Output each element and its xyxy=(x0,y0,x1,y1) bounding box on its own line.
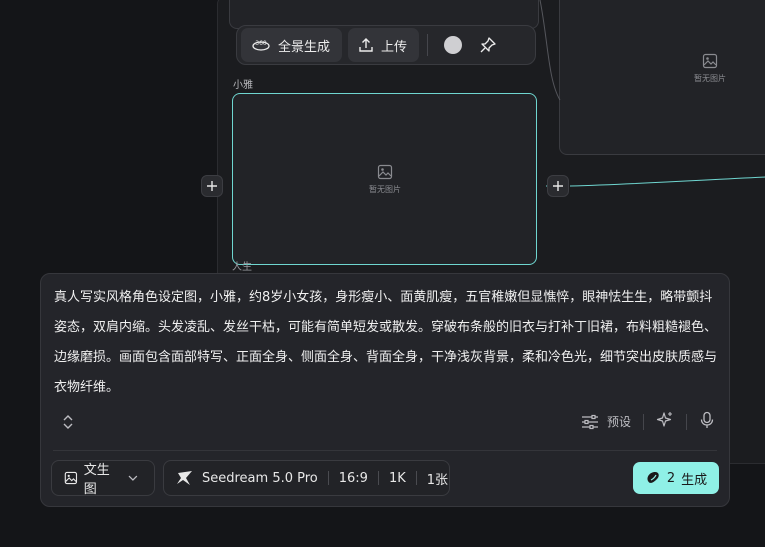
expand-toggle[interactable] xyxy=(61,413,75,435)
generate-label: 生成 xyxy=(681,472,708,488)
mode-label: 文生图 xyxy=(83,463,110,497)
sliders-icon xyxy=(581,414,598,429)
prompt-divider xyxy=(53,450,717,451)
panorama-label: 全景生成 xyxy=(278,39,331,55)
aspect-ratio: 16:9 xyxy=(338,470,368,486)
model-divider xyxy=(377,471,379,485)
toolbar-divider xyxy=(427,34,429,56)
sparkle-icon xyxy=(656,412,672,427)
placeholder-text: 暂无图片 xyxy=(369,185,401,194)
generate-cost: 2 xyxy=(666,470,676,486)
tools-divider xyxy=(643,413,644,430)
ai-enhance-button[interactable] xyxy=(656,411,674,432)
image-placeholder: 暂无图片 xyxy=(369,164,401,195)
model-name: Seedream 5.0 Pro xyxy=(202,470,318,486)
model-settings[interactable]: Seedream 5.0 Pro 16:9 1K 1张 xyxy=(163,460,450,496)
svg-text:360: 360 xyxy=(255,40,267,47)
chevron-down-icon xyxy=(128,475,138,481)
prompt-tools: 预设 xyxy=(581,411,715,432)
model-logo-icon xyxy=(177,471,192,485)
pin-button[interactable] xyxy=(476,33,500,57)
preset-label: 预设 xyxy=(606,415,631,429)
node-title: 小雅 xyxy=(233,80,253,91)
node-sub-label: 人生 xyxy=(232,262,252,273)
voice-input-button[interactable] xyxy=(699,411,715,432)
plus-icon xyxy=(207,181,217,191)
panorama-icon: 360 xyxy=(252,40,270,51)
image-node-card[interactable]: 暂无图片 xyxy=(232,93,537,265)
generate-button[interactable]: 2 生成 xyxy=(633,462,719,494)
pin-icon xyxy=(480,37,496,53)
node-toolbar: 360 全景生成 上传 xyxy=(236,25,536,65)
upload-label: 上传 xyxy=(381,39,408,55)
prompt-panel: 真人写实风格角色设定图，小雅，约8岁小女孩，身形瘦小、面黄肌瘦，五官稚嫩但显憔悴… xyxy=(40,273,730,507)
model-divider xyxy=(415,471,417,485)
microphone-icon xyxy=(700,411,714,428)
image-count: 1张 xyxy=(426,472,449,488)
add-left-node-button[interactable] xyxy=(201,175,223,197)
color-dot-button[interactable] xyxy=(444,36,463,54)
credit-bean-icon xyxy=(647,472,659,483)
prompt-textarea[interactable]: 真人写实风格角色设定图，小雅，约8岁小女孩，身形瘦小、面黄肌瘦，五官稚嫩但显憔悴… xyxy=(54,283,718,403)
mode-select[interactable]: 文生图 xyxy=(51,460,155,497)
upload-button[interactable]: 上传 xyxy=(348,28,420,62)
model-divider xyxy=(327,471,329,485)
image-icon xyxy=(377,164,393,180)
plus-icon xyxy=(553,181,563,191)
chevron-up-down-icon xyxy=(63,415,73,429)
add-right-node-button[interactable] xyxy=(547,175,569,197)
image-icon xyxy=(64,471,78,485)
panorama-button[interactable]: 360 全景生成 xyxy=(241,28,343,62)
resolution: 1K xyxy=(388,470,406,486)
preset-button[interactable]: 预设 xyxy=(581,413,631,430)
tools-divider xyxy=(686,413,687,430)
upload-icon xyxy=(359,38,373,52)
